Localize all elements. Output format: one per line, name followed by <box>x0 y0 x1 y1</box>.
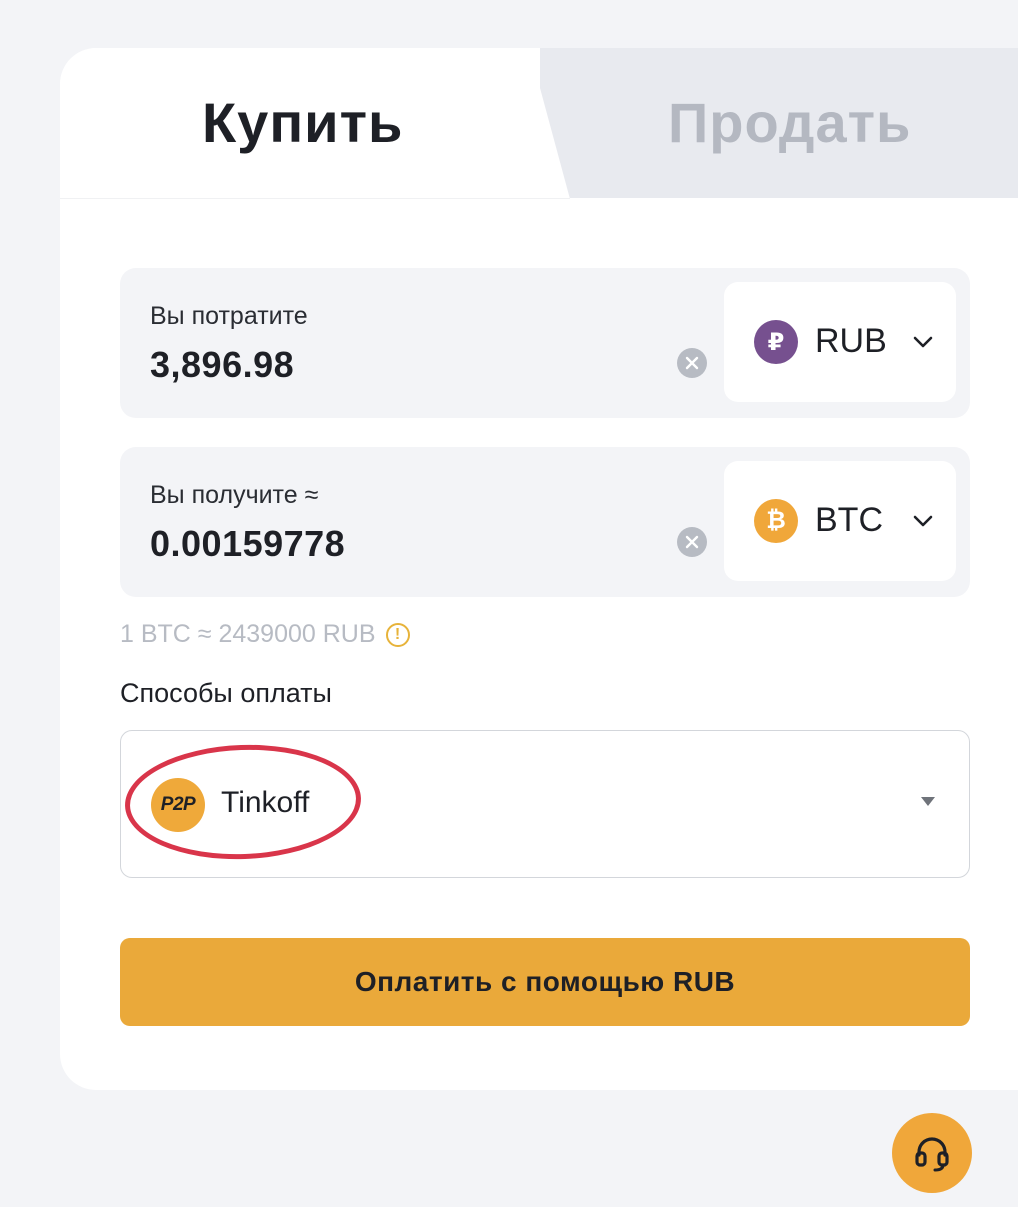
tabs-divider <box>60 198 570 199</box>
receive-currency-selector[interactable]: ₿ BTC <box>724 461 956 581</box>
close-icon <box>685 356 699 370</box>
spend-amount-input[interactable]: 3,896.98 <box>150 344 294 386</box>
payment-method-select[interactable]: P2P Tinkoff <box>120 730 970 878</box>
support-button[interactable] <box>892 1113 972 1193</box>
headset-icon <box>915 1137 949 1172</box>
ruble-coin-icon: ₽ <box>754 320 798 364</box>
receive-currency-code: BTC <box>815 501 883 539</box>
pay-button[interactable]: Оплатить с помощью RUB <box>120 938 970 1026</box>
highlight-annotation <box>123 740 363 864</box>
spend-label: Вы потратите <box>150 302 308 330</box>
chevron-down-icon <box>913 336 933 348</box>
warning-icon[interactable]: ! <box>385 622 410 647</box>
caret-down-icon <box>921 797 935 806</box>
receive-label: Вы получите ≈ <box>150 481 319 509</box>
exchange-rate-text: 1 BTC ≈ 2439000 RUB <box>120 620 376 648</box>
exchange-rate: 1 BTC ≈ 2439000 RUB ! <box>120 620 410 649</box>
receive-field: Вы получите ≈ 0.00159778 ₿ BTC <box>120 447 970 597</box>
tab-buy-label[interactable]: Купить <box>202 90 403 155</box>
bitcoin-coin-icon: ₿ <box>754 499 798 543</box>
close-icon <box>685 535 699 549</box>
spend-clear-button[interactable] <box>677 348 707 378</box>
receive-amount-input[interactable]: 0.00159778 <box>150 523 345 565</box>
spend-currency-selector[interactable]: ₽ RUB <box>724 282 956 402</box>
trade-card: Купить Продать Вы потратите 3,896.98 ₽ R… <box>60 48 1018 1090</box>
tab-sell-label[interactable]: Продать <box>668 90 911 155</box>
buy-sell-tabs: Купить Продать <box>60 48 1018 199</box>
chevron-down-icon <box>913 515 933 527</box>
spend-currency-code: RUB <box>815 322 887 360</box>
spend-field: Вы потратите 3,896.98 ₽ RUB <box>120 268 970 418</box>
receive-clear-button[interactable] <box>677 527 707 557</box>
payment-methods-title: Способы оплаты <box>120 678 332 708</box>
